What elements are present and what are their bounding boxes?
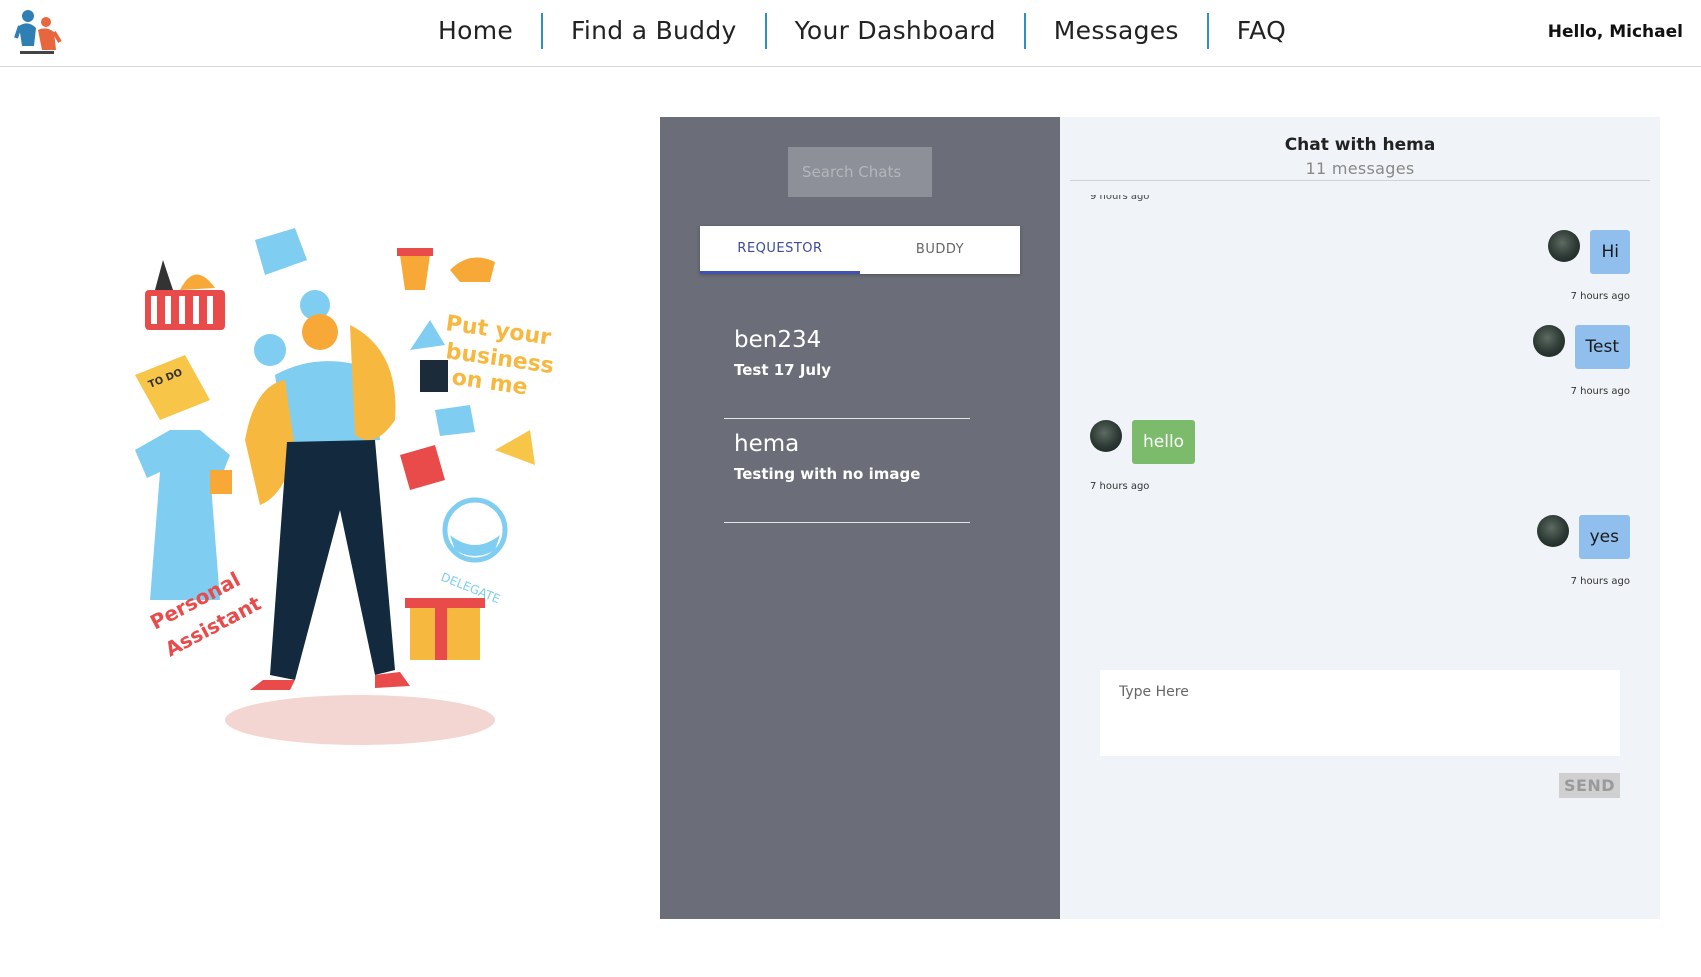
conversation-item[interactable]: ben234 Test 17 July: [724, 327, 970, 419]
top-navbar: Home Find a Buddy Your Dashboard Message…: [0, 0, 1701, 67]
personal-assistant-illustration: TO DO Put your business on me Personal A…: [55, 210, 635, 780]
message-row: yes: [1536, 515, 1630, 559]
message-row: Test: [1532, 325, 1630, 369]
message-bubble: hello: [1132, 420, 1196, 464]
message-time: 7 hours ago: [1090, 481, 1150, 492]
avatar: [1548, 230, 1581, 262]
avatar: [1536, 515, 1569, 547]
message-bubble: yes: [1578, 515, 1630, 559]
message-bubble: Test: [1574, 325, 1630, 369]
main-nav: Home Find a Buddy Your Dashboard Message…: [410, 12, 1314, 50]
tab-requestor[interactable]: REQUESTOR: [700, 226, 860, 274]
nav-dashboard[interactable]: Your Dashboard: [767, 13, 1024, 49]
nav-find-buddy[interactable]: Find a Buddy: [543, 13, 765, 49]
conversation-preview: Testing with no image: [734, 465, 921, 483]
user-greeting[interactable]: Hello, Michael: [1548, 22, 1683, 42]
message-time: 7 hours ago: [1570, 291, 1630, 302]
message-count: 11 messages: [1305, 159, 1415, 178]
nav-faq[interactable]: FAQ: [1209, 13, 1314, 49]
chat-header: Chat with hema 11 messages: [1070, 117, 1650, 181]
nav-home[interactable]: Home: [410, 13, 541, 49]
chat-window: Chat with hema 11 messages 9 hours ago H…: [1060, 117, 1660, 919]
avatar: [1532, 325, 1565, 357]
basket-icon: [145, 260, 225, 330]
tab-buddy[interactable]: BUDDY: [860, 226, 1020, 274]
message-bubble: Hi: [1590, 230, 1630, 274]
chat-list-panel: REQUESTOR BUDDY ben234 Test 17 July hema…: [660, 117, 1060, 919]
search-chats-input[interactable]: [788, 147, 932, 197]
message-time: 7 hours ago: [1570, 576, 1630, 587]
conversation-preview: Test 17 July: [734, 361, 832, 379]
message-row: Hi: [1548, 230, 1630, 274]
conversation-name: hema: [734, 431, 800, 457]
conversation-name: ben234: [734, 327, 822, 353]
message-input[interactable]: [1100, 670, 1620, 756]
nav-messages[interactable]: Messages: [1026, 13, 1207, 49]
avatar: [1090, 420, 1122, 452]
message-time: 7 hours ago: [1570, 386, 1630, 397]
send-button[interactable]: SEND: [1559, 773, 1620, 798]
chat-title: Chat with hema: [1284, 135, 1436, 155]
message-row: hello: [1090, 420, 1196, 464]
conversation-item[interactable]: hema Testing with no image: [724, 431, 970, 523]
chat-role-tabs: REQUESTOR BUDDY: [700, 226, 1020, 274]
buddy-logo-icon[interactable]: [14, 6, 64, 58]
message-time: 9 hours ago: [1090, 195, 1150, 202]
